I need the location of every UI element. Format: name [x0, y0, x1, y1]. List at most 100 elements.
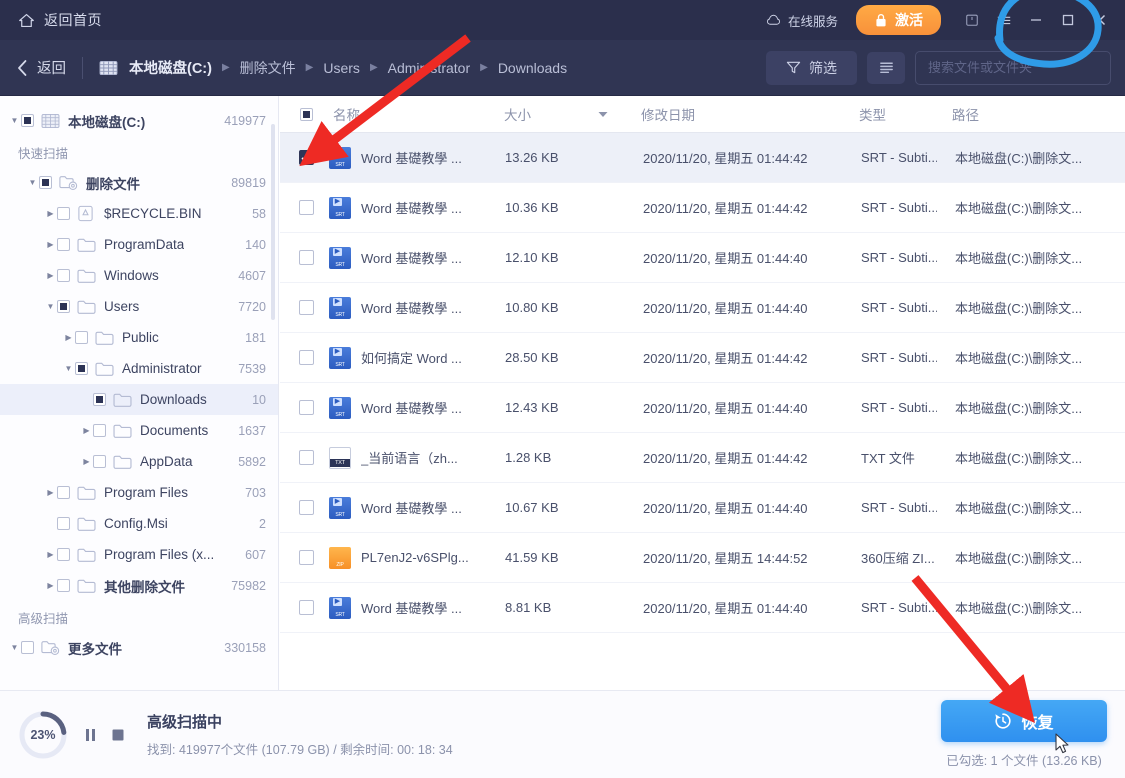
table-row[interactable]: _当前语言（zh... 1.28 KB 2020/11/20, 星期五 01:44:…	[280, 433, 1125, 483]
tree-caret-icon[interactable]	[44, 550, 57, 559]
table-row[interactable]: Word 基礎教學 ... 10.80 KB 2020/11/20, 星期五 01:…	[280, 283, 1125, 333]
maximize-button[interactable]	[1053, 3, 1083, 37]
tree-item-windows[interactable]: Windows 4607	[0, 260, 278, 291]
tree-checkbox[interactable]	[75, 331, 88, 344]
menu-button[interactable]	[989, 3, 1019, 37]
tree-caret-icon[interactable]	[44, 581, 57, 590]
view-mode-button[interactable]	[867, 51, 905, 84]
row-checkbox[interactable]	[299, 500, 314, 515]
tree-checkbox[interactable]	[57, 517, 70, 530]
select-all-checkbox[interactable]	[300, 107, 313, 121]
tree-checkbox[interactable]	[93, 455, 106, 468]
column-header-name[interactable]: 名称	[280, 96, 485, 133]
home-button[interactable]: 返回首页	[18, 10, 102, 30]
filter-button[interactable]: 筛选	[766, 50, 857, 85]
row-checkbox[interactable]	[299, 600, 314, 615]
pause-button[interactable]	[84, 727, 97, 743]
back-button[interactable]: 返回	[16, 57, 66, 78]
tree-caret-icon[interactable]	[44, 271, 57, 280]
tree-item-config-msi[interactable]: Config.Msi 2	[0, 508, 278, 539]
row-checkbox[interactable]	[299, 300, 314, 315]
row-checkbox[interactable]	[299, 350, 314, 365]
table-row[interactable]: Word 基礎教學 ... 13.26 KB 2020/11/20, 星期五 01:…	[280, 133, 1125, 183]
breadcrumb-item-3[interactable]: Administrator	[386, 60, 472, 76]
sidebar-scrollbar[interactable]	[271, 124, 275, 320]
caret-down-icon[interactable]	[598, 111, 608, 118]
row-checkbox[interactable]	[299, 150, 314, 165]
tree-checkbox[interactable]	[39, 176, 52, 189]
row-checkbox[interactable]	[299, 550, 314, 565]
tree-caret-icon[interactable]	[44, 488, 57, 497]
tree-item-programdata[interactable]: ProgramData 140	[0, 229, 278, 260]
tree-checkbox[interactable]	[57, 548, 70, 561]
tree-caret-icon[interactable]	[62, 333, 75, 342]
column-header-date[interactable]: 修改日期	[622, 96, 841, 133]
folder-icon	[77, 577, 96, 594]
tree-item-[interactable]: 其他删除文件 75982	[0, 570, 278, 601]
recover-button[interactable]: 恢复	[941, 700, 1107, 742]
column-header-size[interactable]: 大小	[485, 96, 622, 133]
tree-caret-icon[interactable]	[44, 302, 57, 311]
tree-item-program-files-x[interactable]: Program Files (x... 607	[0, 539, 278, 570]
tree-checkbox[interactable]	[93, 424, 106, 437]
tree-caret-icon[interactable]	[8, 116, 21, 125]
breadcrumb-item-4[interactable]: Downloads	[496, 60, 569, 76]
tree-item-program-files[interactable]: Program Files 703	[0, 477, 278, 508]
tree-checkbox[interactable]	[57, 207, 70, 220]
table-row[interactable]: Word 基礎教學 ... 12.43 KB 2020/11/20, 星期五 01:…	[280, 383, 1125, 433]
minimize-button[interactable]	[1021, 3, 1051, 37]
row-checkbox[interactable]	[299, 250, 314, 265]
tree-checkbox[interactable]	[57, 300, 70, 313]
close-button[interactable]	[1085, 3, 1115, 37]
tree-checkbox[interactable]	[57, 486, 70, 499]
tree-item-appdata[interactable]: AppData 5892	[0, 446, 278, 477]
breadcrumb-item-1[interactable]: 删除文件	[238, 58, 298, 78]
tree-checkbox[interactable]	[75, 362, 88, 375]
activate-button[interactable]: 激活	[856, 5, 941, 35]
tree-item-users[interactable]: Users 7720	[0, 291, 278, 322]
tree-caret-icon[interactable]	[62, 364, 75, 373]
tree-checkbox[interactable]	[57, 238, 70, 251]
tree-item-downloads[interactable]: Downloads 10	[0, 384, 278, 415]
tree-checkbox[interactable]	[93, 393, 106, 406]
tree-caret-icon[interactable]	[8, 643, 21, 652]
table-row[interactable]: Word 基礎教學 ... 12.10 KB 2020/11/20, 星期五 01:…	[280, 233, 1125, 283]
tree-caret-icon[interactable]	[44, 209, 57, 218]
tree-item-administrator[interactable]: Administrator 7539	[0, 353, 278, 384]
tree-checkbox[interactable]	[21, 641, 34, 654]
search-input[interactable]	[928, 60, 1104, 75]
tree-item-[interactable]: 删除文件 89819	[0, 167, 278, 198]
scan-status-detail: 找到: 419977个文件 (107.79 GB) / 剩余时间: 00: 18…	[147, 743, 453, 757]
tree-item-c[interactable]: 本地磁盘(C:) 419977	[0, 105, 278, 136]
tree-caret-icon[interactable]	[80, 457, 93, 466]
table-row[interactable]: Word 基礎教學 ... 10.36 KB 2020/11/20, 星期五 01:…	[280, 183, 1125, 233]
row-checkbox[interactable]	[299, 450, 314, 465]
file-type: SRT - Subti...	[861, 350, 937, 365]
row-checkbox[interactable]	[299, 200, 314, 215]
feedback-button[interactable]	[957, 3, 987, 37]
column-header-type[interactable]: 类型	[841, 96, 934, 133]
tree-caret-icon[interactable]	[26, 178, 39, 187]
tree-item-documents[interactable]: Documents 1637	[0, 415, 278, 446]
table-row[interactable]: PL7enJ2-v6SPlg... 41.59 KB 2020/11/20, 星期五…	[280, 533, 1125, 583]
stop-button[interactable]	[111, 728, 125, 742]
row-checkbox[interactable]	[299, 400, 314, 415]
tree-item-public[interactable]: Public 181	[0, 322, 278, 353]
tree-caret-icon[interactable]	[44, 240, 57, 249]
tree-caret-icon[interactable]	[80, 426, 93, 435]
online-service-button[interactable]: 在线服务	[766, 11, 838, 30]
breadcrumb-item-0[interactable]: 本地磁盘(C:)	[127, 57, 214, 78]
tree-item-[interactable]: 更多文件 330158	[0, 632, 278, 663]
table-row[interactable]: Word 基礎教學 ... 10.67 KB 2020/11/20, 星期五 01:…	[280, 483, 1125, 533]
search-box[interactable]	[915, 50, 1111, 85]
tree-checkbox[interactable]	[57, 269, 70, 282]
breadcrumb-item-2[interactable]: Users	[321, 60, 362, 76]
column-header-date-label: 修改日期	[641, 108, 695, 123]
column-header-path[interactable]: 路径	[934, 96, 1125, 133]
tree-item-recycle-bin[interactable]: $RECYCLE.BIN 58	[0, 198, 278, 229]
tree-checkbox[interactable]	[21, 114, 34, 127]
table-row[interactable]: Word 基礎教學 ... 8.81 KB 2020/11/20, 星期五 01:4…	[280, 583, 1125, 633]
tree-checkbox[interactable]	[57, 579, 70, 592]
tree-item-count: 58	[252, 206, 266, 221]
table-row[interactable]: 如何搞定 Word ... 28.50 KB 2020/11/20, 星期五 01:…	[280, 333, 1125, 383]
